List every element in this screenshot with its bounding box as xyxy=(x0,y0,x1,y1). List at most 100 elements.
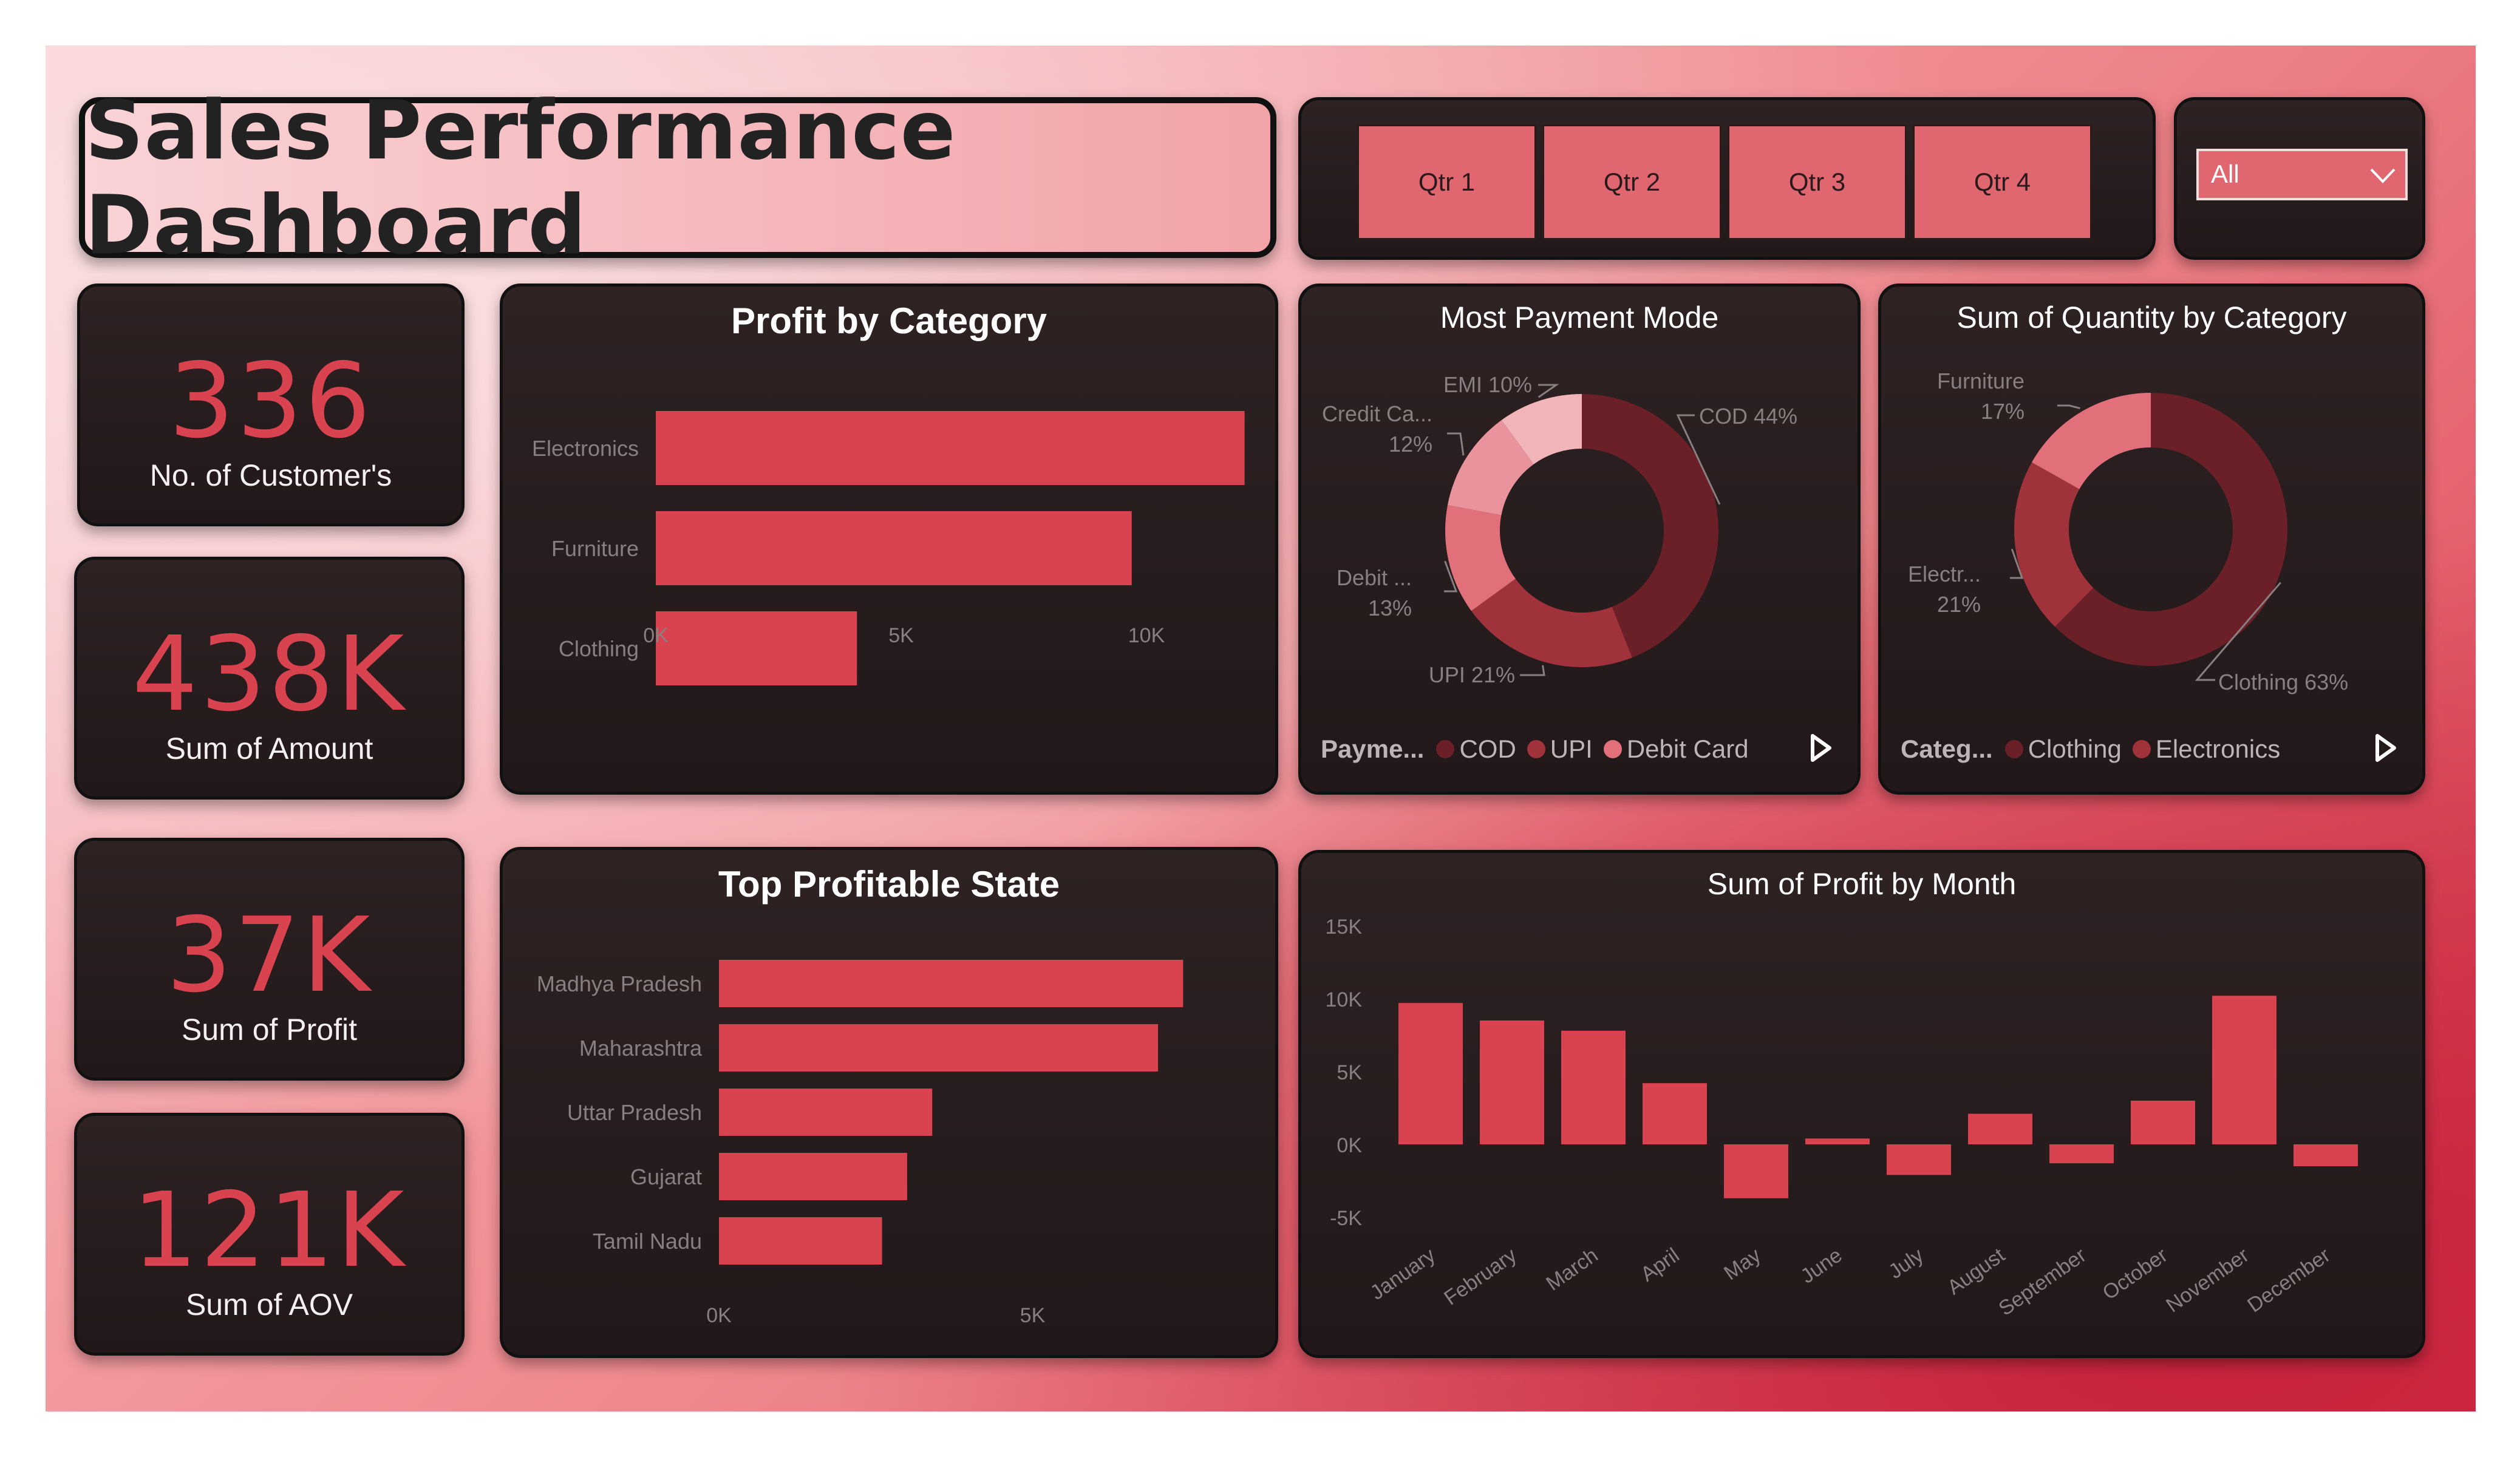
legend-item[interactable]: Clothing xyxy=(2004,735,2122,764)
chevron-down-icon xyxy=(2370,168,2396,183)
slicer-qtr-4[interactable]: Qtr 4 xyxy=(1913,124,2092,240)
page-title: Sales Performance Dashboard xyxy=(85,83,956,273)
leader-line xyxy=(1538,384,1559,398)
bar xyxy=(1724,1144,1788,1198)
bar xyxy=(656,411,1245,485)
kpi-profit-card: 37K Sum of Profit xyxy=(74,838,465,1081)
legend-swatch xyxy=(1603,740,1622,758)
quantity-legend: Categ... Clothing Electronics xyxy=(1901,731,2291,767)
x-tick-label: 5K xyxy=(1020,1304,1046,1327)
slice-label: 21% xyxy=(1937,592,1981,617)
legend-item[interactable]: Debit Card xyxy=(1603,735,1749,764)
slicer-qtr-3[interactable]: Qtr 3 xyxy=(1728,124,1907,240)
profit-by-category-chart: Electronics Furniture Clothing0K 5K 10K xyxy=(532,411,1245,685)
bar xyxy=(1805,1138,1870,1144)
category-label: Maharashtra xyxy=(579,1036,703,1061)
legend-swatch xyxy=(1436,740,1455,758)
slice-label: Credit Ca... xyxy=(1322,401,1432,426)
bar xyxy=(1480,1021,1544,1144)
x-tick-label: 10K xyxy=(1128,624,1165,647)
slicer-qtr-1[interactable]: Qtr 1 xyxy=(1357,124,1536,240)
quarter-slicer: Qtr 1 Qtr 2 Qtr 3 Qtr 4 xyxy=(1298,97,2156,260)
kpi-profit-value: 37K xyxy=(166,895,373,1016)
x-tick-label: 5K xyxy=(888,624,914,647)
bar xyxy=(2212,996,2277,1144)
kpi-aov-card: 121K Sum of AOV xyxy=(74,1113,465,1356)
y-tick-label: 15K xyxy=(1326,915,1363,939)
bar xyxy=(656,511,1132,585)
title-card: Sales Performance Dashboard xyxy=(79,83,1276,273)
quantity-by-category-card: Sum of Quantity by Category Clothing 63%… xyxy=(1878,284,2425,795)
bar xyxy=(2131,1101,2195,1144)
payment-mode-donut: COD 44% UPI 21% Debit ... 13% Credit Ca... 12… xyxy=(1322,372,1797,687)
category-label: Clothing xyxy=(559,636,639,661)
bar xyxy=(1968,1113,2032,1144)
bar xyxy=(719,1153,907,1200)
legend-item[interactable]: COD xyxy=(1436,735,1516,764)
slice-label: 17% xyxy=(1981,399,2025,424)
y-tick-label: -5K xyxy=(1330,1207,1362,1230)
slice-label: Electr... xyxy=(1908,562,1981,586)
top-state-card: Top Profitable State Madhya Pradesh Mahar… xyxy=(500,847,1278,1358)
x-tick-label: November xyxy=(2162,1243,2253,1317)
kpi-aov-value: 121K xyxy=(132,1170,407,1291)
kpi-amount-card: 438K Sum of Amount xyxy=(74,557,465,800)
x-tick-label: April xyxy=(1636,1243,1684,1286)
leader-line xyxy=(1520,665,1545,676)
legend-label: Debit Card xyxy=(1626,735,1749,763)
x-tick-label: March xyxy=(1542,1243,1602,1295)
filter-dropdown[interactable]: All xyxy=(2196,149,2408,200)
x-tick-label: January xyxy=(1366,1243,1440,1305)
x-tick-label: September xyxy=(1995,1243,2091,1320)
kpi-aov-label: Sum of AOV xyxy=(185,1288,353,1322)
bar xyxy=(1561,1030,1626,1144)
legend-label: COD xyxy=(1459,735,1516,763)
slice-label: Debit ... xyxy=(1337,565,1412,590)
x-tick-label: July xyxy=(1884,1243,1927,1283)
x-tick-label: December xyxy=(2243,1243,2334,1317)
slice-label: 12% xyxy=(1389,432,1432,457)
bar xyxy=(719,960,1183,1007)
x-tick-label: October xyxy=(2099,1243,2172,1305)
kpi-amount-label: Sum of Amount xyxy=(165,732,373,766)
slice-label: UPI 21% xyxy=(1429,662,1515,687)
bar xyxy=(719,1024,1159,1072)
legend-title: Categ... xyxy=(1901,735,1993,763)
bar xyxy=(1643,1083,1707,1144)
x-tick-label: August xyxy=(1943,1243,2009,1299)
y-tick-label: 5K xyxy=(1337,1061,1362,1084)
x-tick-label: May xyxy=(1720,1243,1765,1285)
category-label: Gujarat xyxy=(630,1164,702,1189)
slice-label: Clothing 63% xyxy=(2218,670,2348,695)
legend-label: UPI xyxy=(1550,735,1593,763)
bar xyxy=(656,611,857,685)
legend-next-arrow-icon[interactable] xyxy=(1809,733,1833,762)
kpi-amount-value: 438K xyxy=(132,614,407,735)
filter-dropdown-card: All xyxy=(2174,97,2425,260)
profit-by-category-card: Profit by Category Electronics Furniture C… xyxy=(500,284,1278,795)
kpi-customers-label: No. of Customer's xyxy=(149,458,392,492)
category-label: Electronics xyxy=(532,436,639,461)
legend-item[interactable]: Electronics xyxy=(2132,735,2280,764)
profit-by-month-chart: -5K 0K 5K 10K 15K January February March April Ma… xyxy=(1326,915,2358,1320)
category-label: Furniture xyxy=(551,536,639,561)
bar xyxy=(719,1089,933,1136)
kpi-customers-card: 336 No. of Customer's xyxy=(77,284,465,526)
top-state-chart: Madhya Pradesh Maharashtra Uttar Pradesh Gu… xyxy=(537,960,1183,1327)
kpi-profit-label: Sum of Profit xyxy=(182,1013,357,1047)
quantity-by-category-donut: Clothing 63% Electr... 21% Furniture 17% xyxy=(1908,368,2348,695)
slicer-qtr-2[interactable]: Qtr 2 xyxy=(1542,124,1721,240)
slice-label: Furniture xyxy=(1937,368,2025,393)
profit-by-month-card: Sum of Profit by Month -5K 0K 5K 10K 15K Janu… xyxy=(1298,850,2425,1358)
legend-swatch xyxy=(2132,740,2151,758)
y-tick-label: 10K xyxy=(1326,988,1363,1011)
y-tick-label: 0K xyxy=(1337,1134,1362,1157)
kpi-customers-value: 336 xyxy=(168,341,373,461)
payment-mode-legend: Payme... COD UPI Debit Card xyxy=(1321,731,1760,767)
legend-item[interactable]: UPI xyxy=(1527,735,1593,764)
legend-next-arrow-icon[interactable] xyxy=(2374,733,2398,762)
dashboard-canvas: Sales Performance Dashboard Qtr 1 Qtr 2 … xyxy=(46,46,2476,1411)
category-label: Tamil Nadu xyxy=(593,1229,702,1254)
legend-swatch xyxy=(2004,740,2023,758)
x-tick-label: February xyxy=(1440,1243,1521,1309)
